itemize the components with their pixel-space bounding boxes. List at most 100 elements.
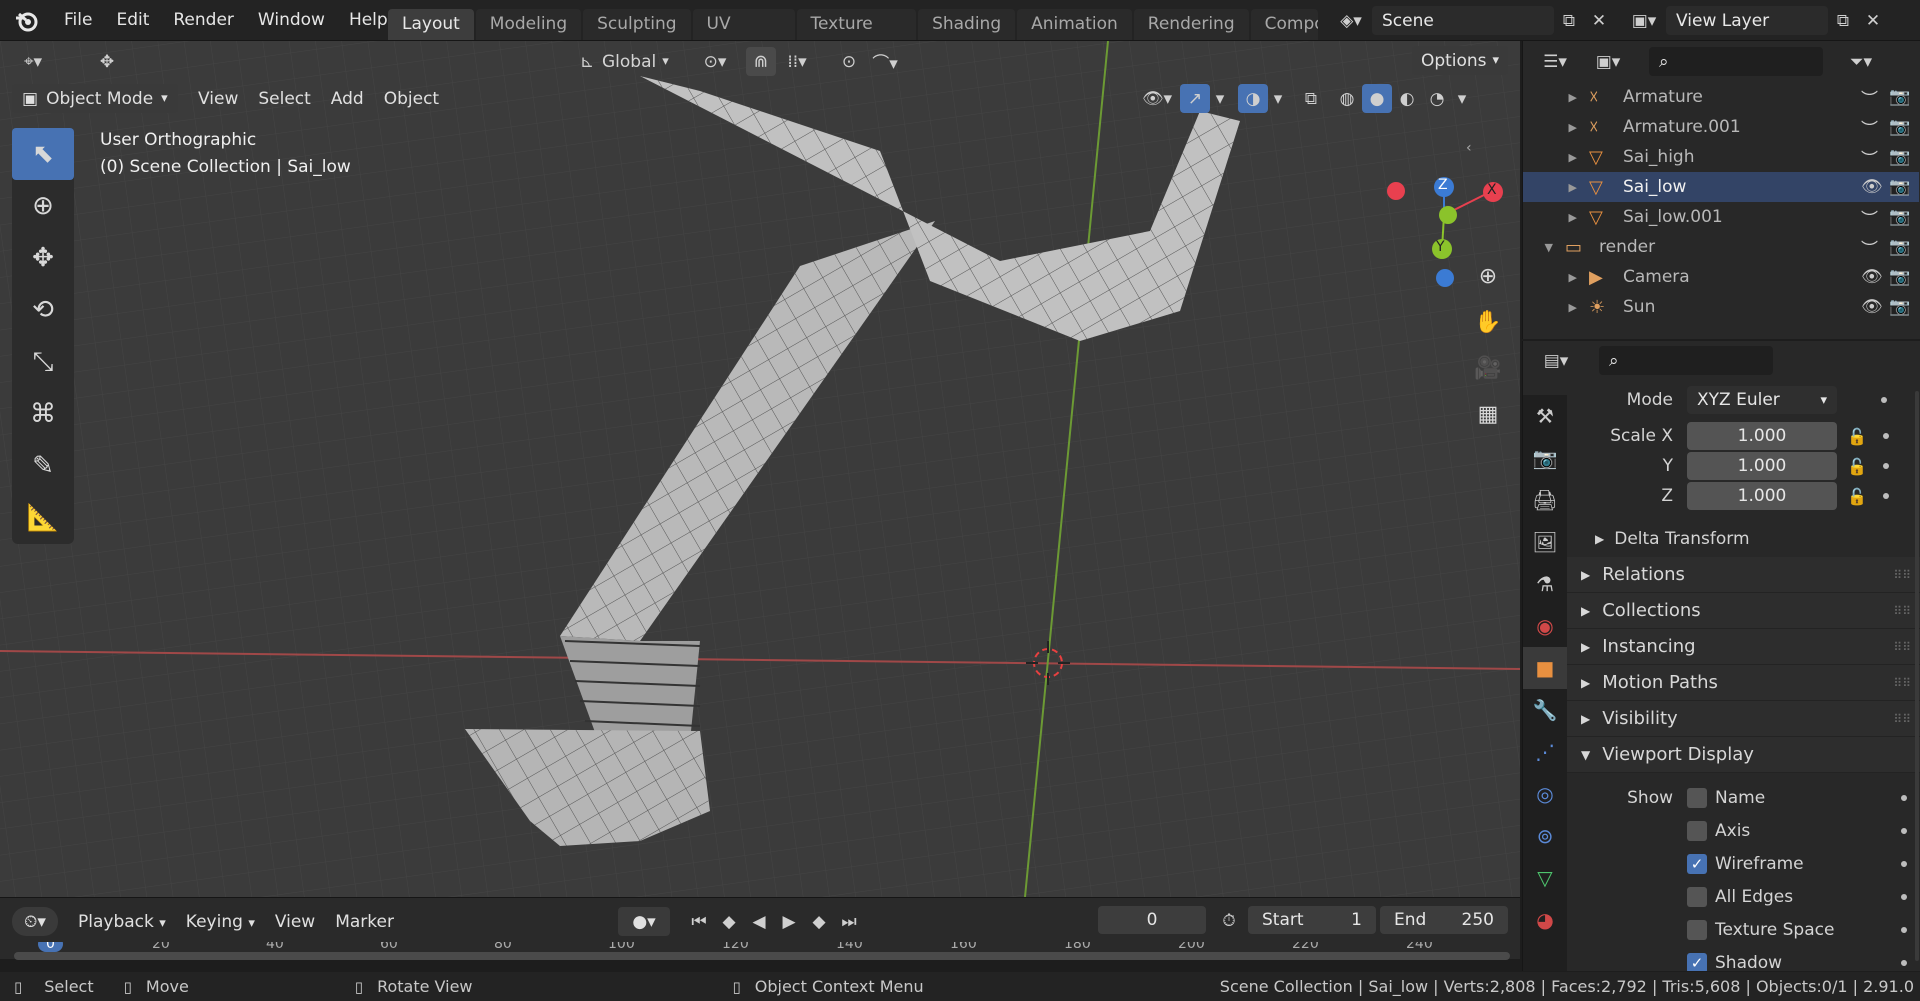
keyframe-dot-icon[interactable] (1882, 493, 1889, 499)
outliner-item-render[interactable]: ▼ ▭ render ︶ 📷 (1523, 232, 1919, 262)
render-tab-icon[interactable]: 📷 (1523, 437, 1567, 479)
disable-render-icon[interactable]: 📷 (1889, 267, 1919, 287)
tool-tab-icon[interactable]: ⚒ (1523, 395, 1567, 437)
snap-target-icon[interactable]: ⁞⁞▾ (776, 47, 818, 76)
gizmo-dropdown-icon[interactable]: ▾ (1210, 84, 1230, 113)
timeline-scrollbar[interactable] (14, 952, 1510, 960)
outliner-item-sai-low-001[interactable]: ▶ ▽ Sai_low.001 ︶ 📷 (1523, 202, 1919, 232)
camera-view-icon[interactable]: 🎥 (1466, 345, 1510, 391)
jump-end-icon[interactable]: ⏭ (834, 907, 864, 936)
outliner-item-armature-001[interactable]: ▶ ☓ Armature.001 ︶ 📷 (1523, 112, 1919, 142)
auto-keying-icon[interactable]: ●▾ (618, 907, 670, 936)
menu-object[interactable]: Object (374, 89, 449, 109)
menu-edit[interactable]: Edit (104, 0, 161, 41)
outliner-item-sai-low[interactable]: ▶ ▽ Sai_low 👁 📷 (1523, 172, 1919, 202)
physics-tab-icon[interactable]: ◎ (1523, 773, 1567, 815)
tab-shading[interactable]: Shading (918, 9, 1016, 40)
view-layer-tab-icon[interactable]: 🖼 (1523, 521, 1567, 563)
transform-tool-icon[interactable]: ⌘ (12, 388, 74, 440)
output-tab-icon[interactable]: 🖨 (1523, 479, 1567, 521)
tab-compositing[interactable]: Compos (1250, 9, 1318, 40)
panel-instancing[interactable]: ▶ Instancing ⠿⠿ (1567, 629, 1920, 665)
show-option-checkbox[interactable]: ✓ (1687, 952, 1707, 971)
rotate-tool-icon[interactable]: ⟲ (12, 284, 74, 336)
object-tab-icon[interactable]: ■ (1523, 647, 1567, 689)
select-box-icon[interactable]: ⬉ (12, 128, 74, 180)
modifier-tab-icon[interactable]: 🔧 (1523, 689, 1567, 731)
lock-icon[interactable]: 🔓 (1847, 487, 1867, 506)
hide-in-viewport-icon[interactable]: 👁 (1861, 297, 1889, 317)
pivot-point-icon[interactable]: ⊙▾ (694, 47, 736, 76)
scene-tab-icon[interactable]: ⚗ (1523, 563, 1567, 605)
menu-file[interactable]: File (52, 0, 104, 41)
outliner-item-camera[interactable]: ▶ ▶ Camera 👁 📷 (1523, 262, 1919, 292)
display-mode-icon[interactable]: ▣▾ (1585, 47, 1631, 76)
timeline-menu-marker[interactable]: Marker (325, 912, 404, 932)
lock-icon[interactable]: 🔓 (1847, 457, 1867, 476)
scale-tool-icon[interactable]: ⤡ (12, 336, 74, 388)
end-frame-field[interactable]: End 250 (1380, 906, 1508, 934)
tab-uv-editing[interactable]: UV Editing (692, 9, 795, 40)
new-scene-icon[interactable]: ⧉ (1554, 6, 1584, 35)
drag-handle-icon[interactable]: ⠿⠿ (1893, 712, 1911, 726)
disable-render-icon[interactable]: 📷 (1889, 237, 1919, 257)
expand-arrow-icon[interactable]: ▶ (1523, 91, 1589, 104)
hide-in-viewport-icon[interactable]: 👁 (1861, 177, 1889, 197)
expand-arrow-icon[interactable]: ▶ (1523, 181, 1589, 194)
view-layer-name-field[interactable]: View Layer (1666, 6, 1828, 35)
show-overlays-icon[interactable]: ◑ (1238, 84, 1268, 113)
editor-type-icon[interactable]: ⌖▾ (10, 47, 56, 76)
keyframe-dot-icon[interactable] (1901, 959, 1907, 966)
3d-viewport[interactable]: Z X Y ⌖▾ ✥ ⊾ Global ▾ ⊙▾ ⋒ ⁞⁞▾ ⊙ ⌒▾ Optio… (0, 41, 1520, 897)
properties-editor-type-icon[interactable]: ▤▾ (1533, 346, 1579, 375)
outliner-editor-type-icon[interactable]: ☰▾ (1533, 47, 1577, 76)
drag-handle-icon[interactable]: ⠿⠿ (1893, 604, 1911, 618)
menu-add[interactable]: Add (321, 89, 374, 109)
show-option-checkbox[interactable]: ✓ (1687, 853, 1707, 874)
sidebar-toggle-icon[interactable]: ‹ (1466, 140, 1472, 156)
outliner-item-armature[interactable]: ▶ ☓ Armature ︶ 📷 (1523, 82, 1919, 112)
drag-handle-icon[interactable]: ⠿⠿ (1893, 568, 1911, 582)
transform-pivot-icon[interactable]: ✥ (84, 47, 130, 76)
falloff-icon[interactable]: ⌒▾ (864, 47, 906, 76)
tab-modeling[interactable]: Modeling (475, 9, 582, 40)
disable-render-icon[interactable]: 📷 (1889, 177, 1919, 197)
hide-in-viewport-icon[interactable]: ︶ (1861, 115, 1889, 140)
properties-search-input[interactable]: ⌕ (1599, 346, 1773, 375)
orientation-icon[interactable]: ⊾ (572, 47, 602, 76)
show-option-checkbox[interactable] (1687, 787, 1707, 808)
tab-sculpting[interactable]: Sculpting (583, 9, 691, 40)
mode-dropdown[interactable]: ▣ Object Mode ▾ (12, 84, 178, 113)
next-keyframe-icon[interactable]: ◆ (804, 907, 834, 936)
cursor-tool-icon[interactable]: ⊕ (12, 180, 74, 232)
perspective-grid-icon[interactable]: ▦ (1466, 391, 1510, 437)
timeline-editor-type-icon[interactable]: ⏲▾ (12, 907, 58, 936)
disable-render-icon[interactable]: 📷 (1889, 147, 1919, 167)
properties-scrollbar[interactable] (1915, 391, 1919, 961)
filter-icon[interactable]: ⏷▾ (1839, 47, 1883, 76)
rotation-mode-dropdown[interactable]: XYZ Euler ▾ (1687, 386, 1837, 414)
shading-rendered-icon[interactable]: ◔ (1422, 84, 1452, 113)
snap-toggle-icon[interactable]: ⋒ (746, 47, 776, 76)
shading-material-icon[interactable]: ◐ (1392, 84, 1422, 113)
disable-render-icon[interactable]: 📷 (1889, 87, 1919, 107)
delete-scene-icon[interactable]: ✕ (1584, 6, 1614, 35)
expand-arrow-icon[interactable]: ▼ (1523, 241, 1565, 254)
keying-dropdown[interactable]: Keying ▾ (176, 912, 265, 932)
lock-icon[interactable]: 🔓 (1847, 427, 1867, 446)
hide-in-viewport-icon[interactable]: ︶ (1861, 145, 1889, 170)
measure-tool-icon[interactable]: 📐 (12, 492, 74, 544)
panel-visibility[interactable]: ▶ Visibility ⠿⠿ (1567, 701, 1920, 737)
menu-window[interactable]: Window (246, 0, 337, 41)
material-tab-icon[interactable]: ◕ (1523, 899, 1567, 941)
delta-transform-subpanel[interactable]: ▶ Delta Transform (1567, 521, 1920, 557)
outliner-item-sun[interactable]: ▶ ☀ Sun 👁 📷 (1523, 292, 1919, 322)
current-frame-field[interactable]: 0 (1098, 906, 1206, 934)
menu-view[interactable]: View (188, 89, 248, 109)
tab-layout[interactable]: Layout (388, 9, 474, 40)
playback-dropdown[interactable]: Playback ▾ (68, 912, 176, 932)
show-option-checkbox[interactable] (1687, 919, 1707, 940)
zoom-icon[interactable]: ⊕ (1466, 253, 1510, 299)
scale-z-field[interactable]: 1.000 (1687, 482, 1837, 510)
tab-rendering[interactable]: Rendering (1133, 9, 1249, 40)
